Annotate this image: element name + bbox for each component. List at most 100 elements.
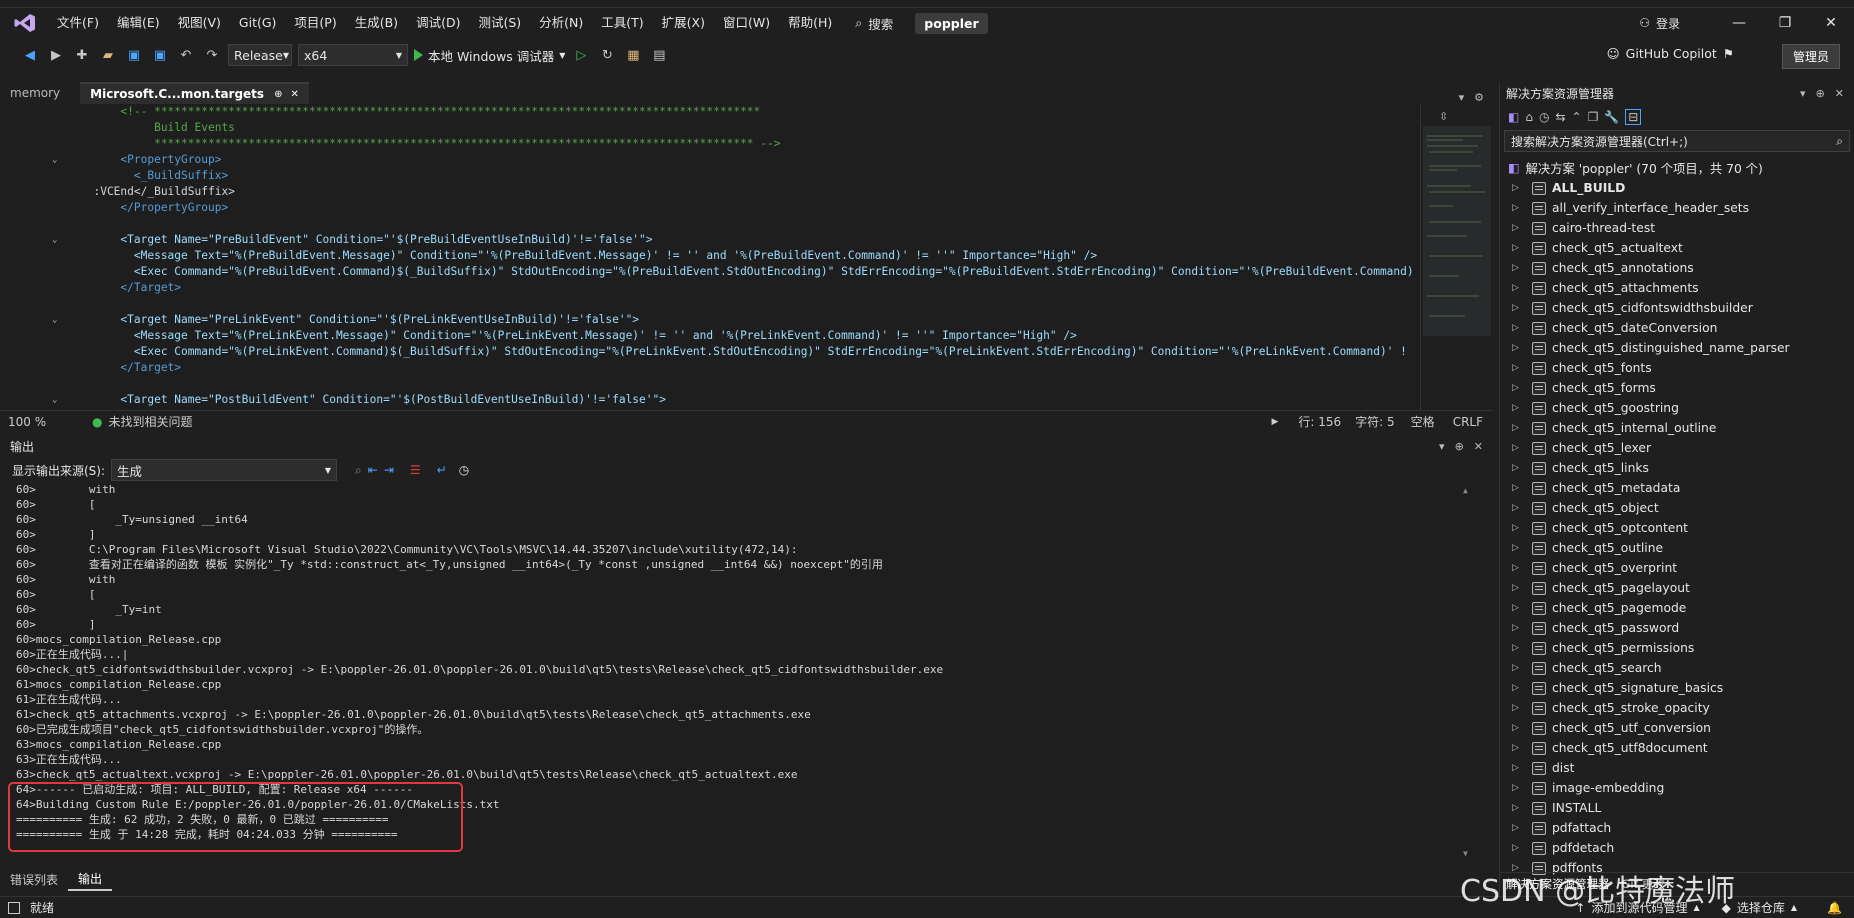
expand-chevron-icon[interactable]: ▷	[1512, 843, 1524, 853]
expand-chevron-icon[interactable]: ▷	[1512, 303, 1524, 313]
expand-chevron-icon[interactable]: ▷	[1512, 263, 1524, 273]
expand-chevron-icon[interactable]: ▷	[1512, 203, 1524, 213]
editor-minimap[interactable]: ⇳	[1420, 104, 1493, 410]
project-node[interactable]: ▷ check_qt5_pagemode	[1500, 598, 1854, 618]
show-all-files-icon[interactable]: ❐	[1588, 110, 1599, 124]
project-node[interactable]: ▷ check_qt5_forms	[1500, 378, 1854, 398]
menu-build[interactable]: 生成(B)	[346, 11, 407, 35]
new-project-icon[interactable]: ✚	[72, 45, 92, 65]
expand-chevron-icon[interactable]: ▷	[1512, 423, 1524, 433]
close-icon[interactable]: ✕	[1808, 8, 1854, 38]
code-area[interactable]: <!-- ***********************************…	[0, 104, 1420, 410]
menu-git[interactable]: Git(G)	[230, 11, 286, 35]
platform-select[interactable]: x64 ▼	[298, 44, 408, 66]
copilot-button[interactable]: ☺ GitHub Copilot ⚑	[1607, 46, 1734, 61]
project-node[interactable]: ▷ check_qt5_dateConversion	[1500, 318, 1854, 338]
project-node[interactable]: ▷ check_qt5_password	[1500, 618, 1854, 638]
project-node[interactable]: ▷ pdfattach	[1500, 818, 1854, 838]
expand-chevron-icon[interactable]: ▷	[1512, 703, 1524, 713]
tab-dropdown-icon[interactable]: ▾	[1459, 91, 1465, 104]
notification-icon[interactable]: 🔔	[1827, 901, 1842, 915]
project-node[interactable]: ▷ check_qt5_optcontent	[1500, 518, 1854, 538]
find-message-icon[interactable]: ⌕	[355, 463, 362, 478]
login-button[interactable]: ⚇ 登录	[1639, 15, 1680, 32]
issues-status[interactable]: 未找到相关问题	[108, 413, 192, 430]
home-icon[interactable]: ⌂	[1525, 110, 1533, 124]
expand-chevron-icon[interactable]: ▷	[1512, 223, 1524, 233]
project-node[interactable]: ▷ check_qt5_outline	[1500, 538, 1854, 558]
back-icon[interactable]: ◧	[1508, 110, 1519, 124]
expand-chevron-icon[interactable]: ▷	[1512, 183, 1524, 193]
menu-window[interactable]: 窗口(W)	[714, 11, 779, 35]
project-node[interactable]: ▷ check_qt5_cidfontswidthsbuilder	[1500, 298, 1854, 318]
solution-search-input[interactable]: 搜索解决方案资源管理器(Ctrl+;) ⌕	[1504, 130, 1850, 152]
zoom-level[interactable]: 100 %	[8, 415, 78, 429]
project-node[interactable]: ▷ check_qt5_distinguished_name_parser	[1500, 338, 1854, 358]
project-node[interactable]: ▷ check_qt5_pagelayout	[1500, 578, 1854, 598]
project-node[interactable]: ▷ cairo-thread-test	[1500, 218, 1854, 238]
redo-icon[interactable]: ↷	[202, 45, 222, 65]
project-node[interactable]: ▷ dist	[1500, 758, 1854, 778]
start-debugging-button[interactable]: 本地 Windows 调试器 ▼	[414, 46, 565, 65]
expand-chevron-icon[interactable]: ▷	[1512, 763, 1524, 773]
open-folder-icon[interactable]: ▰	[98, 45, 118, 65]
project-node[interactable]: ▷ INSTALL	[1500, 798, 1854, 818]
menu-extensions[interactable]: 扩展(X)	[653, 11, 714, 35]
history-icon[interactable]: ◷	[1539, 110, 1549, 124]
solution-root[interactable]: ◧ 解决方案 'poppler' (70 个项目，共 70 个)	[1500, 158, 1854, 178]
save-icon[interactable]: ▣	[124, 45, 144, 65]
split-icon[interactable]: ⇳	[1439, 110, 1448, 123]
fold-chevron-icon[interactable]: ⌄	[52, 155, 57, 165]
forward-icon[interactable]: ▶	[46, 45, 66, 65]
word-wrap-icon[interactable]: ↵	[437, 463, 447, 477]
tab-microsoft-common-targets[interactable]: Microsoft.C...mon.targets ⊕ ✕	[80, 82, 309, 104]
expand-chevron-icon[interactable]: ▷	[1512, 363, 1524, 373]
toolbox-icon[interactable]: ▦	[623, 45, 643, 65]
project-node[interactable]: ▷ image-embedding	[1500, 778, 1854, 798]
settings-gear-icon[interactable]: ⚙	[1474, 91, 1484, 104]
pin-icon[interactable]: ⊕	[1816, 87, 1825, 100]
project-node[interactable]: ▷ ALL_BUILD	[1500, 178, 1854, 198]
start-without-debug-icon[interactable]: ▷	[571, 45, 591, 65]
prev-message-icon[interactable]: ⇤	[368, 463, 378, 477]
expand-chevron-icon[interactable]: ▷	[1512, 683, 1524, 693]
expand-chevron-icon[interactable]: ▷	[1512, 803, 1524, 813]
scroll-right-icon[interactable]: ▶	[1271, 417, 1278, 427]
close-icon[interactable]: ✕	[1474, 440, 1483, 453]
project-node[interactable]: ▷ check_qt5_stroke_opacity	[1500, 698, 1854, 718]
expand-chevron-icon[interactable]: ▷	[1512, 743, 1524, 753]
sync-icon[interactable]: ⇆	[1555, 110, 1565, 124]
back-icon[interactable]: ◀	[20, 45, 40, 65]
expand-chevron-icon[interactable]: ▷	[1512, 403, 1524, 413]
expand-chevron-icon[interactable]: ▷	[1512, 283, 1524, 293]
expand-chevron-icon[interactable]: ▷	[1512, 563, 1524, 573]
expand-chevron-icon[interactable]: ▷	[1512, 503, 1524, 513]
menu-debug[interactable]: 调试(D)	[407, 11, 469, 35]
expand-chevron-icon[interactable]: ▷	[1512, 623, 1524, 633]
close-icon[interactable]: ✕	[1835, 87, 1844, 100]
menu-project[interactable]: 项目(P)	[285, 11, 345, 35]
layout-icon[interactable]: ▤	[649, 45, 669, 65]
fold-chevron-icon[interactable]: ⌄	[52, 315, 57, 325]
expand-chevron-icon[interactable]: ▷	[1512, 443, 1524, 453]
undo-icon[interactable]: ↶	[176, 45, 196, 65]
expand-chevron-icon[interactable]: ▷	[1512, 523, 1524, 533]
collapse-all-icon[interactable]: ⌃	[1572, 110, 1582, 124]
project-node[interactable]: ▷ pdfdetach	[1500, 838, 1854, 858]
expand-chevron-icon[interactable]: ▷	[1512, 243, 1524, 253]
dropdown-icon[interactable]: ▾	[1800, 87, 1806, 100]
expand-chevron-icon[interactable]: ▷	[1512, 643, 1524, 653]
eol-indicator[interactable]: CRLF	[1453, 415, 1483, 429]
expand-chevron-icon[interactable]: ▷	[1512, 603, 1524, 613]
expand-chevron-icon[interactable]: ▷	[1512, 583, 1524, 593]
column-indicator[interactable]: 字符: 5	[1355, 413, 1395, 430]
menu-help[interactable]: 帮助(H)	[779, 11, 841, 35]
expand-chevron-icon[interactable]: ▷	[1512, 543, 1524, 553]
hot-reload-icon[interactable]: ↻	[597, 45, 617, 65]
expand-chevron-icon[interactable]: ▷	[1512, 463, 1524, 473]
tab-output[interactable]: 输出	[68, 868, 113, 891]
project-node[interactable]: ▷ check_qt5_utf8document	[1500, 738, 1854, 758]
configuration-select[interactable]: Release ▼	[228, 44, 292, 66]
project-node[interactable]: ▷ check_qt5_object	[1500, 498, 1854, 518]
expand-chevron-icon[interactable]: ▷	[1512, 323, 1524, 333]
